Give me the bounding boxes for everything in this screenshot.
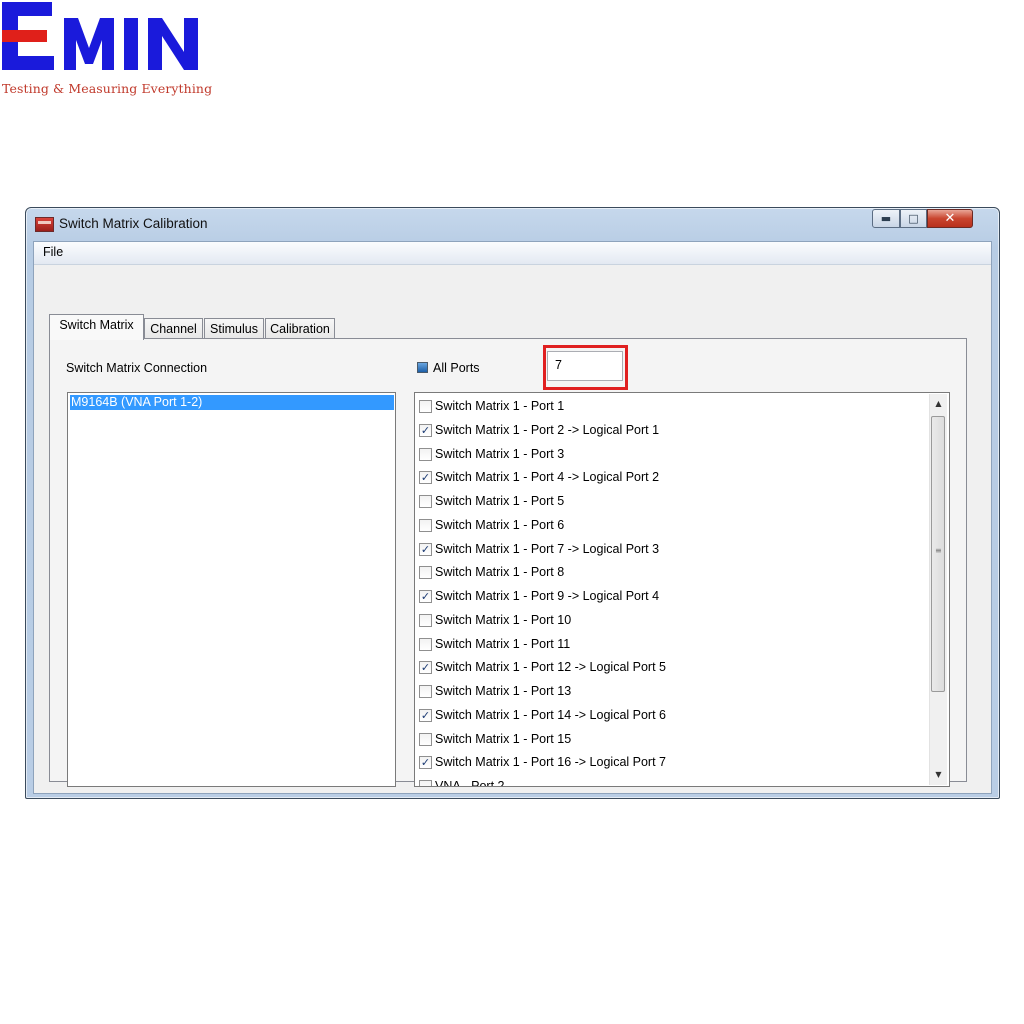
logo-tagline: Testing & Measuring Everything (2, 81, 213, 96)
port-label: Switch Matrix 1 - Port 5 (435, 494, 565, 508)
grip-icon: ≡ (935, 546, 942, 555)
checkmark-icon: ✓ (420, 590, 431, 603)
port-row[interactable]: Switch Matrix 1 - Port 3 (415, 444, 925, 467)
port-row[interactable]: Switch Matrix 1 - Port 11 (415, 634, 925, 657)
port-label: Switch Matrix 1 - Port 4 -> Logical Port… (435, 470, 660, 485)
port-row[interactable]: ✓ Switch Matrix 1 - Port 9 -> Logical Por… (415, 586, 925, 609)
minimize-button[interactable]: ▬ (872, 209, 900, 228)
unchecked-checkbox[interactable] (419, 495, 432, 508)
ports-checklist[interactable]: Switch Matrix 1 - Port 1 ✓ Switch Matrix 1… (414, 392, 950, 787)
switch-matrix-connection-list[interactable]: M9164B (VNA Port 1-2) (67, 392, 396, 787)
emin-logo: Testing & Measuring Everything (0, 0, 213, 100)
checkmark-icon: ✓ (420, 542, 431, 556)
all-ports-label: All Ports (433, 361, 480, 375)
checked-checkbox[interactable]: ✓ (419, 542, 432, 556)
scrollbar-thumb[interactable]: ≡ (931, 416, 945, 692)
unchecked-checkbox[interactable] (419, 447, 432, 461)
unchecked-checkbox[interactable] (419, 637, 432, 651)
unchecked-checkbox[interactable] (419, 613, 432, 627)
app-icon[interactable] (35, 217, 54, 232)
checked-checkbox[interactable]: ✓ (419, 590, 432, 603)
unchecked-checkbox[interactable] (419, 518, 432, 532)
checked-checkbox[interactable]: ✓ (419, 423, 432, 437)
checked-checkbox[interactable]: ✓ (419, 708, 432, 722)
window-client-area: File Switch Matrix Channel Stimulus Cali… (33, 241, 992, 794)
tab-channel[interactable]: Channel (144, 318, 203, 339)
port-row[interactable]: ✓ Switch Matrix 1 - Port 2 -> Logical Por… (415, 420, 925, 443)
minimize-icon: ▬ (880, 212, 892, 225)
port-row[interactable]: ✓ Switch Matrix 1 - Port 4 -> Logical Por… (415, 467, 925, 490)
port-label: Switch Matrix 1 - Port 3 (435, 446, 565, 461)
close-button[interactable]: ✕ (927, 209, 973, 228)
menu-bar: File (34, 242, 991, 265)
tab-switch-matrix[interactable]: Switch Matrix (49, 314, 144, 340)
switch-matrix-connection-label: Switch Matrix Connection (66, 361, 208, 375)
checkmark-icon: ✓ (420, 756, 431, 770)
tab-stimulus[interactable]: Stimulus (204, 318, 264, 339)
port-row[interactable]: ✓ Switch Matrix 1 - Port 14 -> Logical Po… (415, 705, 925, 728)
port-label: Switch Matrix 1 - Port 11 (435, 636, 571, 651)
unchecked-checkbox[interactable] (419, 732, 432, 746)
port-row[interactable]: ✓ Switch Matrix 1 - Port 12 -> Logical Po… (415, 657, 925, 680)
maximize-button[interactable]: □ (900, 209, 927, 228)
port-label: Switch Matrix 1 - Port 6 (435, 517, 565, 532)
highlight-box (543, 345, 628, 390)
port-row[interactable]: Switch Matrix 1 - Port 6 (415, 515, 925, 538)
port-row[interactable]: Switch Matrix 1 - Port 5 (415, 491, 925, 514)
port-label: Switch Matrix 1 - Port 1 (435, 399, 565, 413)
port-row[interactable]: Switch Matrix 1 - Port 10 (415, 610, 925, 633)
unchecked-checkbox[interactable] (419, 400, 432, 413)
unchecked-checkbox[interactable] (419, 685, 432, 698)
port-row[interactable]: ✓ Switch Matrix 1 - Port 16 -> Logical Po… (415, 752, 925, 775)
maximize-icon: □ (908, 212, 919, 225)
menu-file[interactable]: File (43, 245, 63, 259)
port-label: Switch Matrix 1 - Port 10 (435, 612, 572, 627)
checkmark-icon: ✓ (420, 423, 431, 437)
checked-checkbox[interactable]: ✓ (419, 756, 432, 770)
port-label: Switch Matrix 1 - Port 8 (435, 565, 565, 580)
switch-matrix-calibration-window: Switch Matrix Calibration ▬ □ ✕ File Swi… (25, 207, 1000, 799)
scroll-up-arrow-icon[interactable]: ▲ (930, 395, 947, 412)
checkmark-icon: ✓ (420, 708, 431, 722)
switch-matrix-tab-panel: Switch Matrix Connection M9164B (VNA Por… (49, 338, 967, 787)
port-row[interactable]: Switch Matrix 1 - Port 8 (415, 562, 925, 585)
tab-calibration[interactable]: Calibration (265, 318, 335, 339)
unchecked-checkbox[interactable] (419, 780, 432, 786)
port-label: Switch Matrix 1 - Port 9 -> Logical Port… (435, 589, 660, 603)
port-label: Switch Matrix 1 - Port 2 -> Logical Port… (435, 422, 660, 437)
checked-checkbox[interactable]: ✓ (419, 661, 432, 675)
port-label: Switch Matrix 1 - Port 15 (435, 731, 572, 746)
port-row[interactable]: Switch Matrix 1 - Port 15 (415, 729, 925, 752)
ports-scrollbar[interactable]: ▲ ≡ ▼ (929, 394, 947, 785)
emin-logo-mark (2, 2, 198, 70)
port-label: Switch Matrix 1 - Port 12 -> Logical Por… (435, 660, 666, 675)
port-row[interactable]: VNA - Port 2 (415, 776, 925, 787)
title-bar[interactable]: Switch Matrix Calibration ▬ □ ✕ (26, 208, 999, 240)
port-label: Switch Matrix 1 - Port 13 (435, 684, 572, 698)
window-title: Switch Matrix Calibration (59, 216, 208, 231)
close-icon: ✕ (944, 211, 956, 226)
connection-item-selected[interactable]: M9164B (VNA Port 1-2) (70, 395, 394, 410)
all-ports-checkbox[interactable] (417, 362, 428, 373)
port-row[interactable]: Switch Matrix 1 - Port 13 (415, 681, 925, 704)
port-label: Switch Matrix 1 - Port 7 -> Logical Port… (435, 541, 660, 556)
port-label: VNA - Port 2 (435, 779, 505, 787)
checkmark-icon: ✓ (420, 661, 431, 675)
scroll-down-arrow-icon[interactable]: ▼ (930, 766, 947, 783)
checked-checkbox[interactable]: ✓ (419, 471, 432, 485)
checkmark-icon: ✓ (420, 471, 431, 485)
port-row[interactable]: Switch Matrix 1 - Port 1 (415, 396, 925, 419)
port-row[interactable]: ✓ Switch Matrix 1 - Port 7 -> Logical Por… (415, 539, 925, 562)
port-label: Switch Matrix 1 - Port 16 -> Logical Por… (435, 755, 666, 770)
port-label: Switch Matrix 1 - Port 14 -> Logical Por… (435, 707, 666, 722)
unchecked-checkbox[interactable] (419, 566, 432, 580)
